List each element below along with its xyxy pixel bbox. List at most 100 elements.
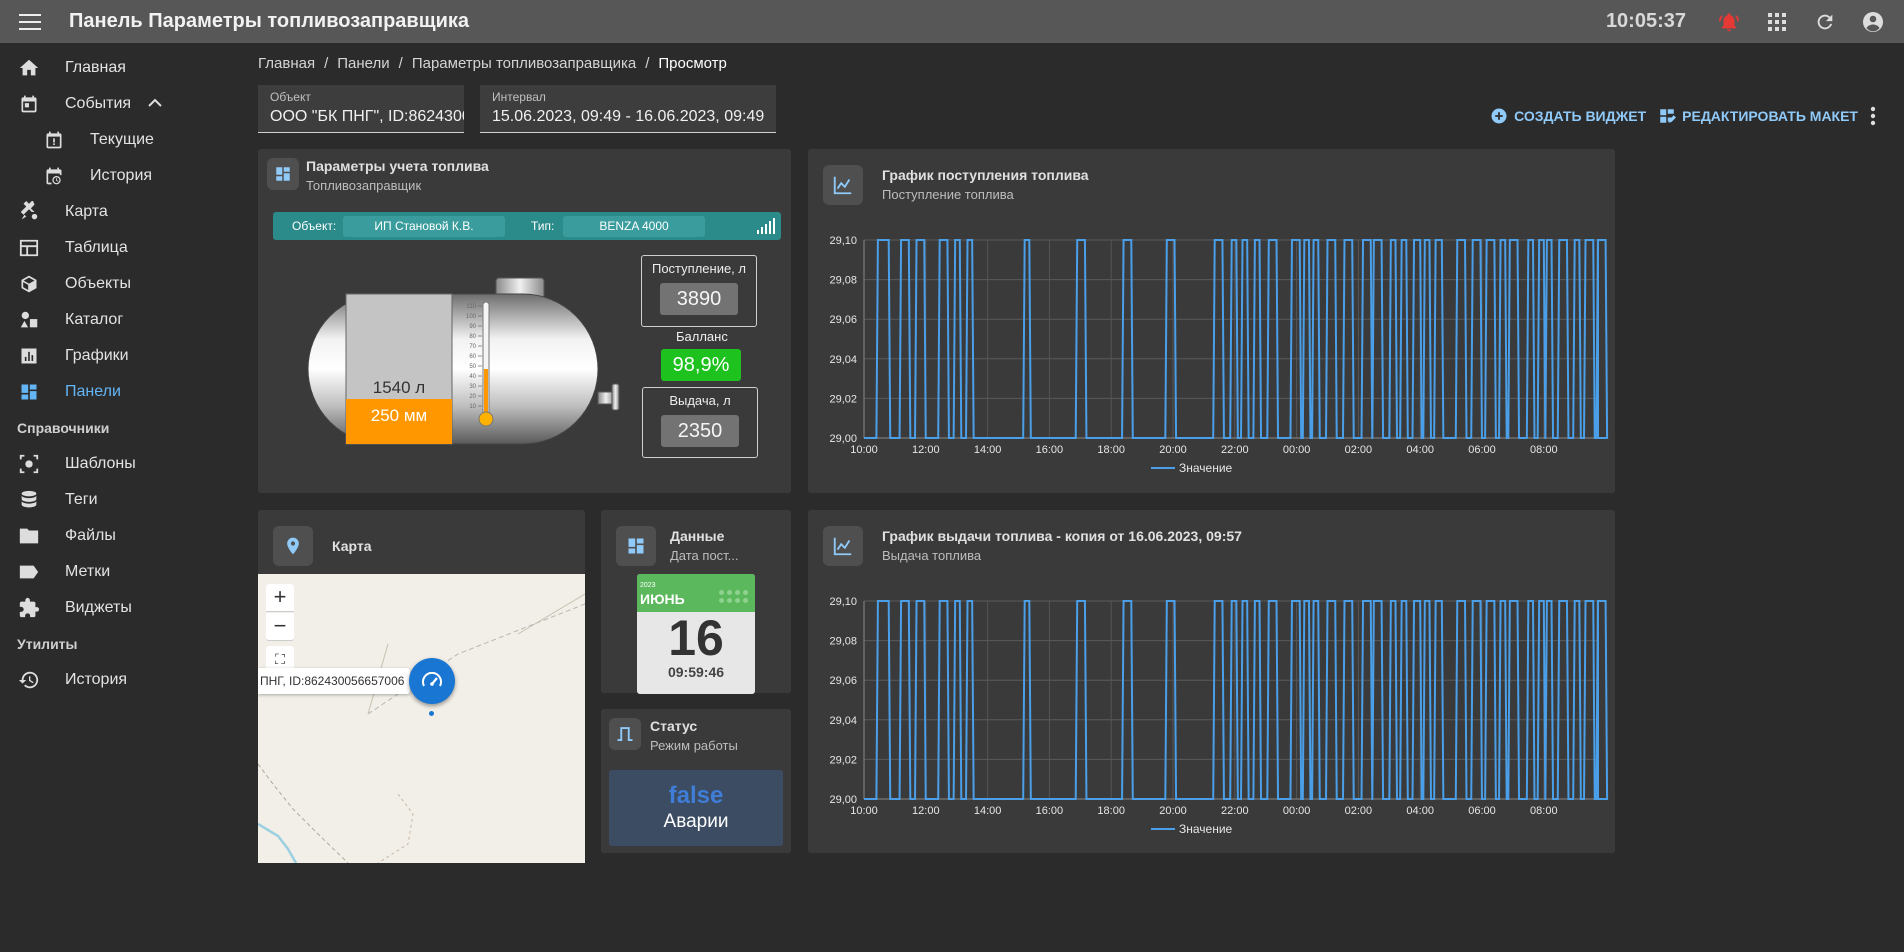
zoom-in-button[interactable]: + bbox=[266, 584, 294, 612]
y-tick-label: 29,08 bbox=[829, 636, 857, 648]
chevron-up-icon[interactable] bbox=[148, 95, 162, 113]
intake-line-chart: 29,1029,0829,0629,0429,0229,0010:00 12:00… bbox=[829, 235, 1609, 475]
sidebar-item-table[interactable]: Таблица bbox=[0, 230, 232, 266]
status-indicator: false Аварии bbox=[609, 770, 783, 846]
sidebar-item-label: История bbox=[65, 671, 128, 688]
card-title: Статус bbox=[650, 718, 698, 734]
thermometer-tick-label: 70 bbox=[469, 344, 476, 350]
thermometer-level bbox=[484, 369, 488, 414]
breadcrumb-dashboard[interactable]: Параметры топливозаправщика bbox=[412, 55, 636, 72]
calendar-day: 16 bbox=[668, 610, 724, 666]
create-widget-label: СОЗДАТЬ ВИДЖЕТ bbox=[1514, 108, 1647, 124]
breadcrumb-dashboards[interactable]: Панели bbox=[337, 55, 389, 72]
thermometer-tick-label: 50 bbox=[469, 364, 476, 370]
alert-calendar-icon bbox=[42, 128, 66, 152]
x-tick-label: 18:00 bbox=[1097, 444, 1125, 456]
breadcrumb: Главная / Панели / Параметры топливозаправ… bbox=[258, 55, 727, 72]
x-tick-label: 00:00 bbox=[1283, 805, 1311, 817]
x-tick-label: 12:00 bbox=[912, 444, 940, 456]
thermometer-tick-label: 80 bbox=[469, 334, 476, 340]
edit-layout-button[interactable]: РЕДАКТИРОВАТЬ МАКЕТ bbox=[1658, 107, 1858, 125]
breadcrumb-separator: / bbox=[324, 55, 329, 72]
sidebar-item-label: Каталог bbox=[65, 311, 124, 328]
sidebar-item-util-history[interactable]: История bbox=[0, 662, 232, 698]
legend-label: Значение bbox=[1179, 822, 1233, 836]
more-vert-icon[interactable] bbox=[1870, 106, 1876, 126]
sidebar-item-label: Панели bbox=[65, 383, 121, 400]
account-icon[interactable] bbox=[1858, 7, 1888, 37]
intake-chart-card: График поступления топлива Поступление т… bbox=[808, 149, 1615, 493]
sidebar-item-current[interactable]: Текущие bbox=[0, 122, 232, 158]
output-chart-card: График выдачи топлива - копия от 16.06.2… bbox=[808, 510, 1615, 853]
object-label: Объект: bbox=[292, 219, 337, 233]
x-tick-label: 22:00 bbox=[1221, 444, 1249, 456]
output-value: 2350 bbox=[661, 415, 739, 447]
type-label: Тип: bbox=[531, 219, 555, 233]
tank-volume: 1540 л bbox=[373, 378, 425, 397]
sidebar-item-events[interactable]: События bbox=[0, 86, 232, 122]
create-widget-button[interactable]: СОЗДАТЬ ВИДЖЕТ bbox=[1490, 107, 1646, 125]
folder-icon bbox=[17, 524, 41, 548]
object-select[interactable]: Объект ООО "БК ПНГ", ID:862430056657006 bbox=[258, 85, 464, 133]
x-tick-label: 22:00 bbox=[1221, 805, 1249, 817]
map-pin-icon bbox=[273, 526, 313, 566]
sidebar-item-label: Шаблоны bbox=[65, 455, 136, 472]
interval-field[interactable]: Интервал 15.06.2023, 09:49 - 16.06.2023,… bbox=[480, 85, 776, 133]
sidebar-item-catalog[interactable]: Каталог bbox=[0, 302, 232, 338]
type-value: BENZA 4000 bbox=[563, 216, 705, 237]
object-select-label: Объект bbox=[270, 90, 311, 104]
sidebar: Главная События Текущие История Карта Та… bbox=[0, 43, 232, 952]
x-tick-label: 20:00 bbox=[1159, 805, 1187, 817]
breadcrumb-home[interactable]: Главная bbox=[258, 55, 315, 72]
sidebar-item-labels[interactable]: Метки bbox=[0, 554, 232, 590]
card-title: Карта bbox=[332, 538, 372, 554]
intake-box: Поступление, л 3890 bbox=[641, 255, 757, 327]
status-value: false bbox=[668, 782, 724, 809]
menu-icon[interactable] bbox=[19, 13, 41, 30]
home-icon bbox=[17, 56, 41, 80]
history-calendar-icon bbox=[42, 164, 66, 188]
map-view[interactable]: + − ⛶ ПНГ, ID:862430056657006 bbox=[258, 574, 585, 863]
sidebar-item-map[interactable]: Карта bbox=[0, 194, 232, 230]
sidebar-item-label: Теги bbox=[65, 491, 98, 508]
sidebar-item-charts[interactable]: Графики bbox=[0, 338, 232, 374]
breadcrumb-current: Просмотр bbox=[658, 55, 727, 72]
marker-anchor bbox=[429, 711, 434, 716]
card-subtitle: Дата пост... bbox=[670, 548, 739, 563]
alarm-bell-icon[interactable] bbox=[1714, 7, 1744, 37]
intake-value: 3890 bbox=[660, 283, 738, 315]
edit-layout-icon bbox=[1660, 109, 1677, 123]
apps-grid-icon[interactable] bbox=[1762, 7, 1792, 37]
x-tick-label: 10:00 bbox=[850, 444, 878, 456]
x-tick-label: 02:00 bbox=[1345, 444, 1373, 456]
sidebar-item-dashboards[interactable]: Панели bbox=[0, 374, 232, 410]
sidebar-item-home[interactable]: Главная bbox=[0, 50, 232, 86]
toolbar-actions: СОЗДАТЬ ВИДЖЕТ РЕДАКТИРОВАТЬ МАКЕТ bbox=[1490, 106, 1876, 126]
x-tick-label: 06:00 bbox=[1468, 805, 1496, 817]
zoom-out-button[interactable]: − bbox=[266, 613, 294, 641]
x-tick-label: 16:00 bbox=[1036, 444, 1064, 456]
card-subtitle: Топливозаправщик bbox=[306, 178, 422, 193]
sidebar-item-widgets[interactable]: Виджеты bbox=[0, 590, 232, 626]
y-tick-label: 29,06 bbox=[829, 314, 857, 326]
thermometer-tick-label: 100 bbox=[466, 314, 477, 320]
balance-value: 98,9% bbox=[661, 349, 741, 381]
sidebar-item-tags[interactable]: Теги bbox=[0, 482, 232, 518]
sidebar-item-files[interactable]: Файлы bbox=[0, 518, 232, 554]
sidebar-item-label: Текущие bbox=[90, 131, 154, 148]
y-tick-label: 29,04 bbox=[829, 715, 857, 727]
sidebar-item-templates[interactable]: Шаблоны bbox=[0, 446, 232, 482]
calendar-year: 2023 bbox=[640, 582, 656, 589]
sidebar-item-history[interactable]: История bbox=[0, 158, 232, 194]
output-label: Выдача, л bbox=[669, 393, 731, 408]
sidebar-item-objects[interactable]: Объекты bbox=[0, 266, 232, 302]
refresh-icon[interactable] bbox=[1810, 7, 1840, 37]
balance-label: Балланс bbox=[676, 329, 728, 344]
sidebar-item-label: Метки bbox=[65, 563, 111, 580]
chart-subtitle: Выдача топлива bbox=[882, 548, 982, 563]
thermometer-tick-label: 10 bbox=[469, 404, 476, 410]
breadcrumb-separator: / bbox=[398, 55, 403, 72]
gauge-marker-icon[interactable] bbox=[409, 658, 455, 704]
object-info-bar: Объект: ИП Становой К.В. Тип: BENZA 4000 bbox=[273, 212, 781, 240]
x-tick-label: 16:00 bbox=[1036, 805, 1064, 817]
